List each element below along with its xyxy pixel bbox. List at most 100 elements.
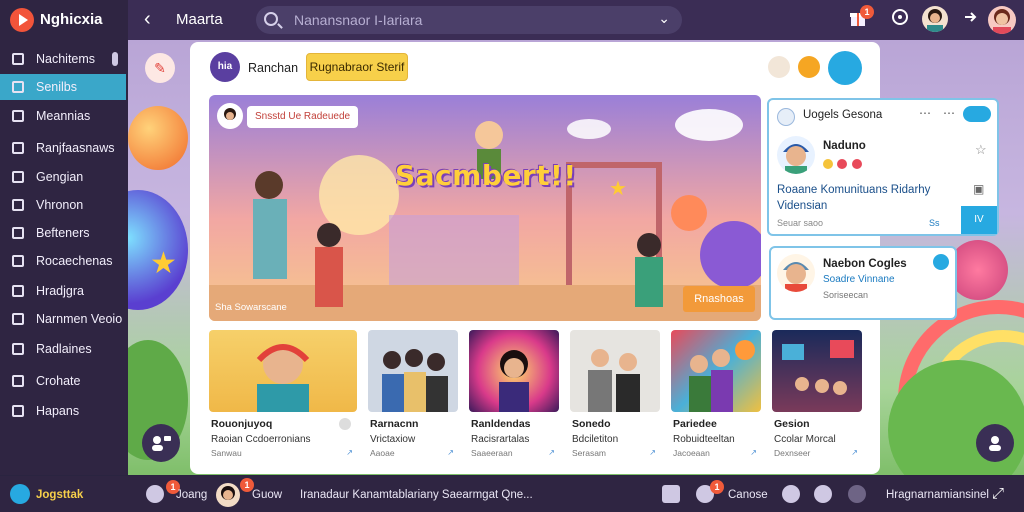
sidebar-item-0[interactable]: Nachitems — [0, 46, 126, 72]
star-icon[interactable]: ☆ — [975, 142, 987, 158]
fullscreen-icon[interactable]: ⤢ — [992, 485, 1004, 502]
sidebar-item-10[interactable]: Radlaines — [0, 336, 126, 362]
video-card[interactable]: Rouonjuyoq Raoian Ccdoerronians Sanwau ↗ — [209, 330, 357, 462]
sidebar-item-12[interactable]: Hapans — [0, 398, 126, 424]
card-thumbnail — [570, 330, 660, 412]
share-icon[interactable]: ↗ — [750, 448, 757, 457]
notification-avatar — [777, 108, 795, 126]
person-icon[interactable] — [768, 56, 790, 78]
sidebar-item-3[interactable]: Ranjfaasnaws — [0, 135, 126, 161]
top-bar: Nghicxia ‹ Maarta ⌄ 1 — [0, 0, 1024, 40]
sidebar-item-5[interactable]: Vhronon — [0, 192, 126, 218]
card-title: Rarnacnn — [370, 418, 419, 430]
chevron-down-icon[interactable]: ⌄ — [658, 10, 670, 27]
workspace-label[interactable]: Jogsttak — [36, 489, 83, 501]
sidebar-item-8[interactable]: Hradjgra — [0, 278, 126, 304]
center-label[interactable]: Canose — [728, 489, 768, 501]
person-icon[interactable] — [848, 485, 866, 503]
channel-name[interactable]: Ranchan — [248, 61, 298, 75]
search-input[interactable] — [294, 10, 634, 30]
notification-user: Naduno — [823, 140, 866, 152]
image-icon[interactable]: ▣ — [973, 182, 984, 196]
pin-icon[interactable]: ✎ — [145, 53, 175, 83]
video-card[interactable]: Rarnacnn Vrictaxiow Aaoae ↗ — [368, 330, 458, 462]
video-card[interactable]: Gesion Ccolar Morcal Dexnseer ↗ — [772, 330, 862, 462]
workspace-icon[interactable] — [10, 484, 30, 504]
card-thumbnail — [469, 330, 559, 412]
user1-name[interactable]: Joang — [176, 489, 207, 501]
user-icon[interactable] — [146, 485, 164, 503]
hero-cta-button[interactable]: Rnashoas — [683, 286, 755, 312]
subscribe-button[interactable]: Rugnabraor Sterif — [306, 53, 408, 81]
user-avatar[interactable] — [922, 6, 948, 32]
search-icon — [264, 12, 278, 26]
profile-avatar[interactable] — [988, 6, 1016, 34]
share-icon[interactable]: ↗ — [447, 448, 454, 457]
sidebar: Nachitems Senilbs Meannias Ranjfaasnaws … — [0, 40, 128, 475]
hero-video[interactable]: ★ Snsstd Ue Radeuede Sacmbert!! Rnashoas… — [209, 95, 761, 321]
card-meta: Aaoae — [370, 448, 395, 458]
share-icon[interactable] — [958, 8, 982, 32]
community-button[interactable] — [142, 424, 180, 462]
profile-button[interactable] — [976, 424, 1014, 462]
card-meta: Saaeeraan — [471, 448, 513, 458]
sidebar-item-7[interactable]: Rocaechenas — [0, 248, 126, 274]
card-title: Rouonjuyoq — [211, 418, 273, 430]
sidebar-item-label: Crohate — [36, 374, 81, 388]
share-icon[interactable]: ↗ — [548, 448, 555, 457]
sidebar-item-11[interactable]: Crohate — [0, 368, 126, 394]
action-button[interactable] — [828, 51, 862, 85]
share-icon[interactable]: ↗ — [851, 448, 858, 457]
video-card[interactable]: Sonedo Bdciletiton Serasam ↗ — [570, 330, 660, 462]
friend-avatar[interactable] — [777, 254, 815, 292]
toggle-switch[interactable] — [963, 106, 991, 122]
card-subtitle: Racisrartalas — [471, 434, 530, 445]
notification-message: Roaane Komunituans Ridarhy — [777, 184, 931, 196]
video-card[interactable]: Pariedee Robuidteeltan Jacoeaan ↗ — [671, 330, 761, 462]
panel-title: Uogels Gesona — [803, 109, 883, 121]
home-icon — [12, 53, 24, 65]
sidebar-item-6[interactable]: Befteners — [0, 220, 126, 246]
user-avatar[interactable] — [777, 136, 815, 174]
emoji-icon[interactable] — [814, 485, 832, 503]
chat-icon[interactable] — [888, 8, 912, 32]
counter-a: Ss — [929, 218, 940, 228]
channel-avatar[interactable]: hia — [210, 52, 240, 82]
card-thumbnail — [772, 330, 862, 412]
sidebar-item-9[interactable]: Narnmen Veoio — [0, 306, 126, 332]
more-icon[interactable]: ⋯ — [943, 106, 955, 120]
counter-b[interactable]: IV — [961, 206, 997, 234]
logo-area[interactable]: Nghicxia — [0, 0, 128, 40]
card-meta: Serasam — [572, 448, 607, 458]
hero-illustration: ★ — [209, 109, 761, 321]
sidebar-item-label: Ranjfaasnaws — [36, 141, 115, 155]
sidebar-item-2[interactable]: Meannias — [0, 103, 126, 129]
share-icon[interactable]: ↗ — [346, 448, 353, 457]
notification-badge: 1 — [860, 5, 874, 19]
search-bar[interactable]: ⌄ — [256, 6, 682, 34]
sidebar-item-4[interactable]: Gengian — [0, 164, 126, 190]
sidebar-item-1[interactable]: Senilbs — [0, 74, 126, 100]
video-card[interactable]: Ranldendas Racisrartalas Saaeeraan ↗ — [469, 330, 559, 462]
card-thumbnail — [209, 330, 357, 412]
back-arrow-icon[interactable]: ‹ — [144, 8, 151, 30]
card-meta: Dexnseer — [774, 448, 811, 458]
more-icon[interactable] — [339, 418, 351, 430]
sidebar-item-label: Narnmen Veoio — [36, 312, 123, 326]
bookmark-icon[interactable] — [798, 56, 820, 78]
planet-decoration — [128, 106, 188, 170]
grid-icon — [12, 81, 24, 93]
shield-icon — [12, 405, 24, 417]
sidebar-item-label: Gengian — [36, 170, 84, 184]
sidebar-item-label: Radlaines — [36, 342, 92, 356]
bottom-bar: Jogsttak 1 Joang 1 Guow Iranadaur Kanamt… — [0, 476, 1024, 512]
sidebar-item-label: Meannias — [36, 109, 91, 123]
user2-name[interactable]: Guow — [252, 489, 282, 501]
more-icon[interactable]: ⋯ — [919, 106, 931, 120]
calendar-icon[interactable] — [662, 485, 680, 503]
card-subtitle: Raoian Ccdoerronians — [211, 434, 311, 445]
hero-author-avatar[interactable] — [217, 103, 243, 129]
share-icon[interactable]: ↗ — [649, 448, 656, 457]
user2-avatar[interactable] — [216, 483, 240, 507]
message-icon[interactable] — [782, 485, 800, 503]
